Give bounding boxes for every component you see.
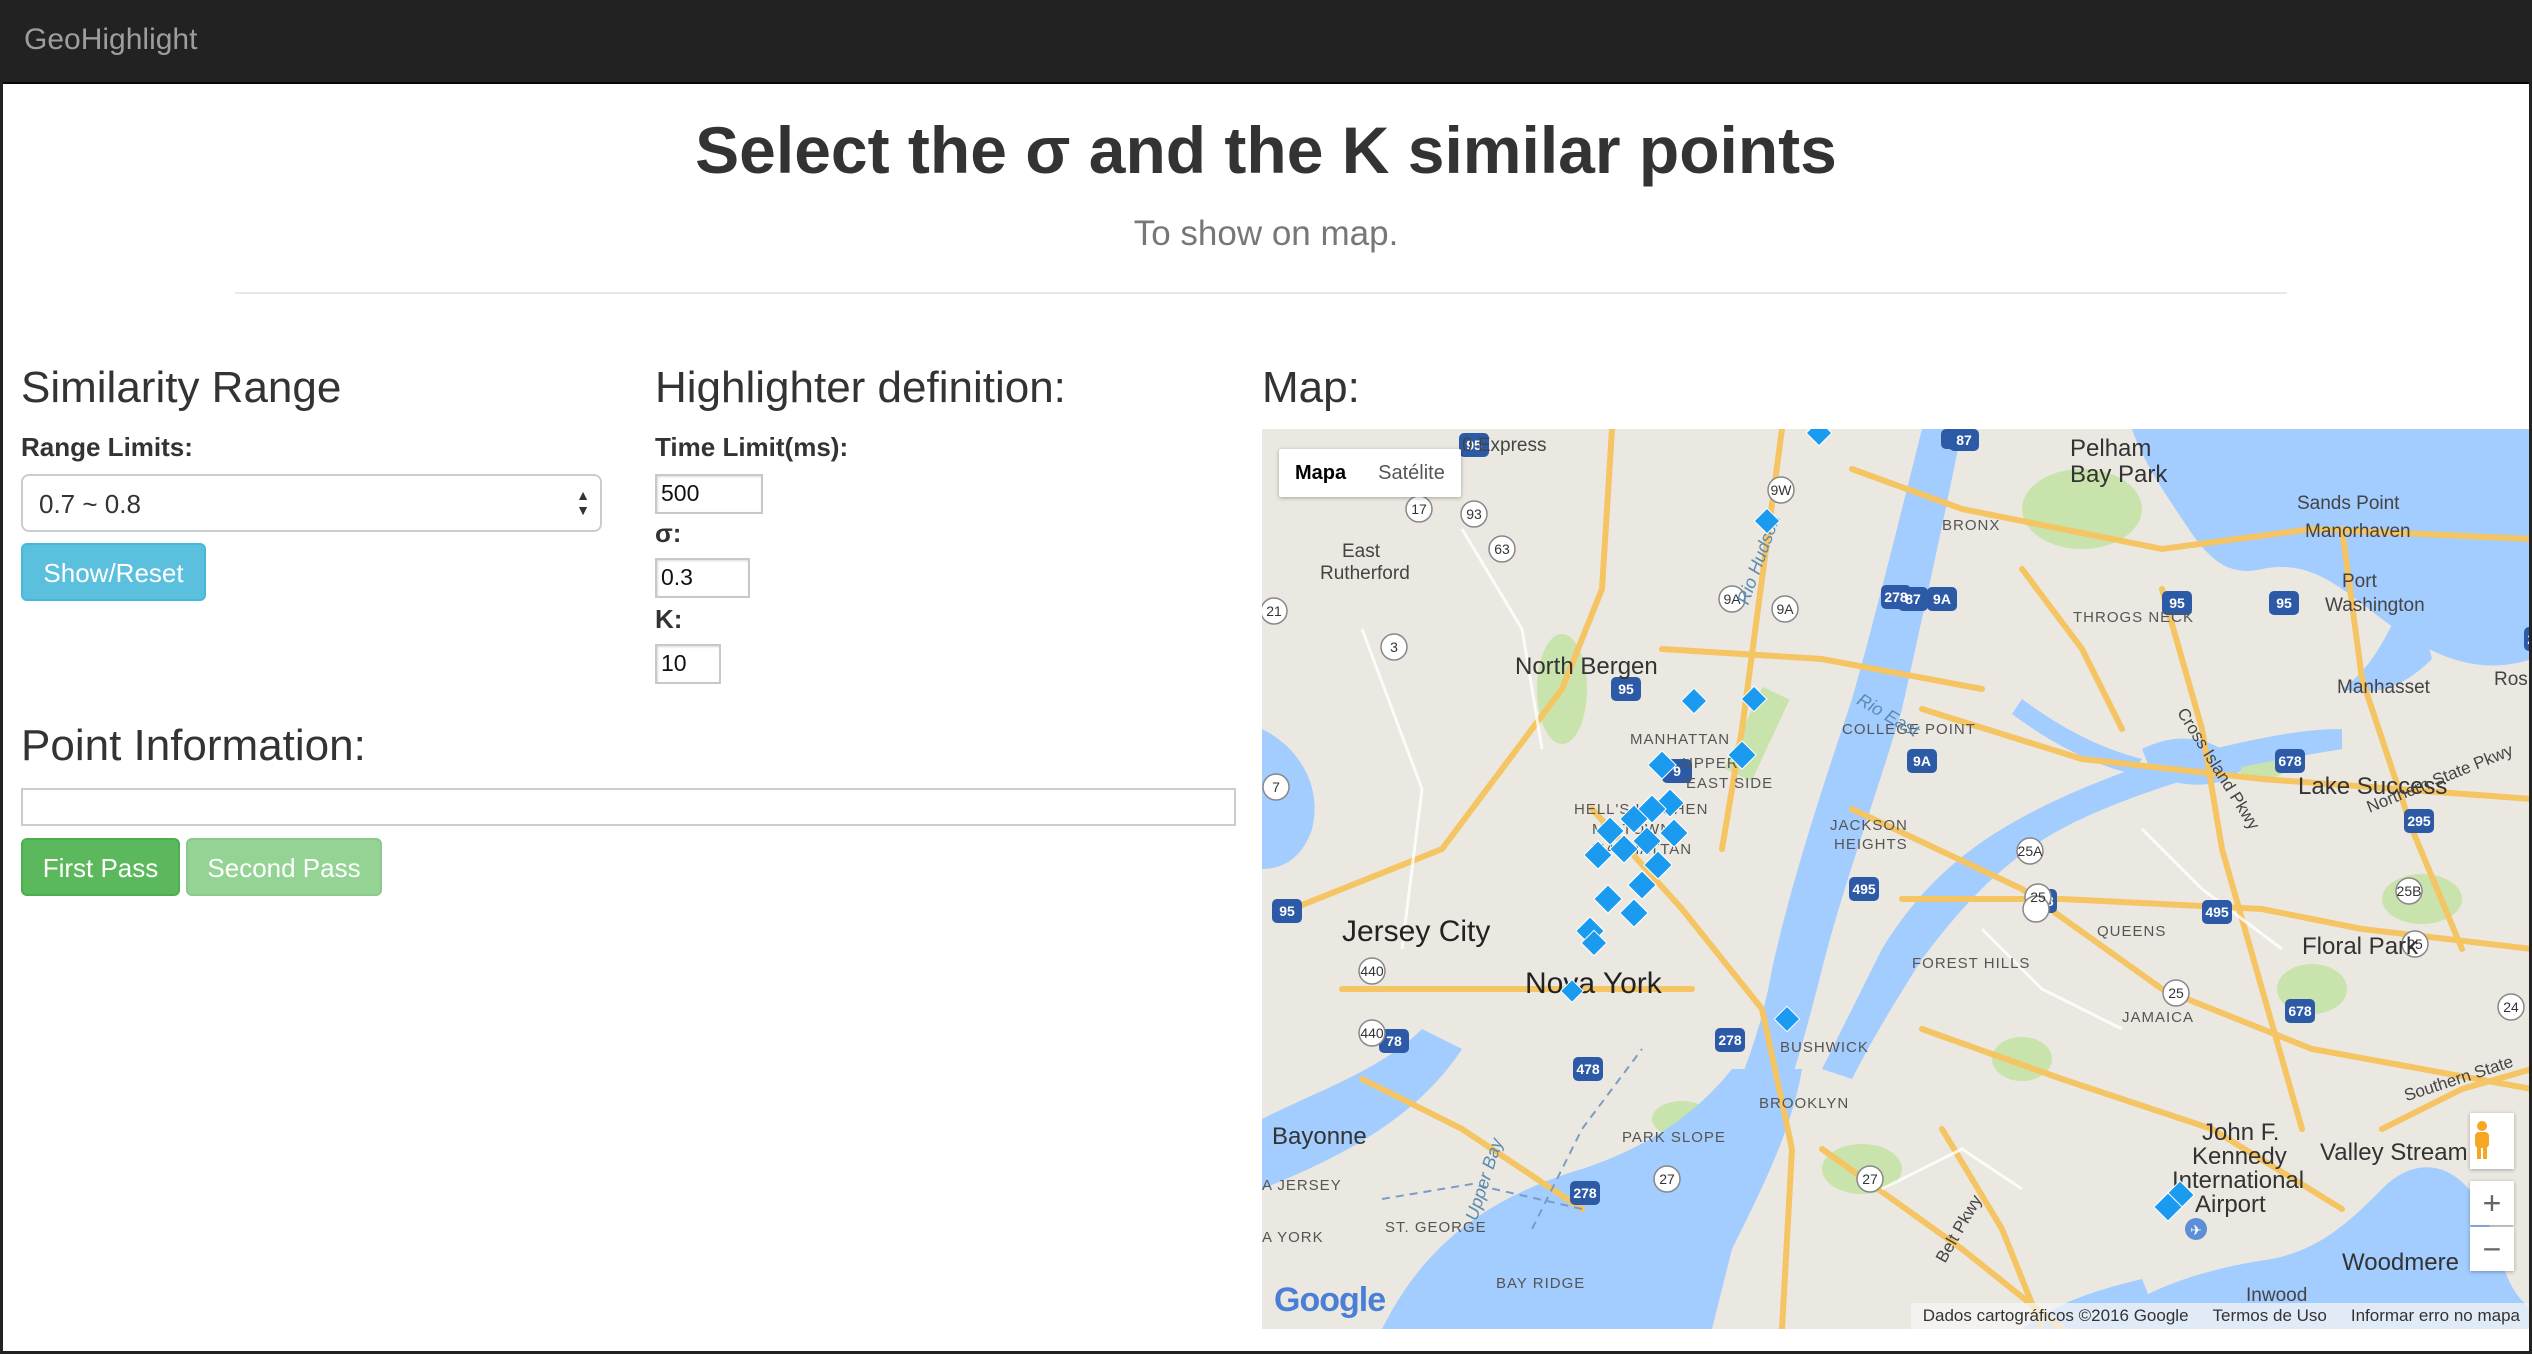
- range-limits-select[interactable]: 0.7 ~ 0.8 ▲ ▼: [21, 474, 602, 532]
- select-arrows-icon: ▲ ▼: [576, 487, 590, 518]
- map-marker: [1627, 870, 1657, 900]
- page-subtitle: To show on map.: [1133, 214, 1399, 253]
- point-information-field[interactable]: [21, 788, 1236, 826]
- map-container[interactable]: 959587879A27899A959529567829595784952784…: [1262, 429, 2532, 1329]
- k-input[interactable]: 10: [655, 644, 721, 684]
- svg-text:✈: ✈: [2190, 1223, 2202, 1239]
- google-logo: Google: [1274, 1281, 1386, 1320]
- range-limits-value: 0.7 ~ 0.8: [39, 489, 141, 519]
- map-marker: [1805, 429, 1833, 447]
- map-footer: Dados cartográficos ©2016 Google Termos …: [1910, 1303, 2532, 1329]
- sigma-label: σ:: [655, 518, 682, 548]
- second-pass-button[interactable]: Second Pass: [186, 838, 382, 896]
- header-divider: [235, 292, 2287, 294]
- zoom-out-button[interactable]: −: [2470, 1227, 2514, 1271]
- first-pass-button[interactable]: First Pass: [21, 838, 180, 896]
- map-marker: [1593, 884, 1623, 914]
- similarity-range-heading: Similarity Range: [21, 363, 342, 412]
- map-report-error-link[interactable]: Informar erro no mapa: [2339, 1303, 2532, 1329]
- map-marker: [1659, 818, 1689, 848]
- navbar-brand[interactable]: GeoHighlight: [24, 20, 197, 60]
- map-marker: [1632, 826, 1662, 856]
- map-marker: [1559, 978, 1585, 1004]
- show-reset-button[interactable]: Show/Reset: [21, 543, 206, 601]
- range-limits-label: Range Limits:: [21, 432, 193, 462]
- map-marker: [1740, 685, 1768, 713]
- map-marker: [1647, 750, 1677, 780]
- time-limit-label: Time Limit(ms):: [655, 432, 849, 462]
- map-marker: [1583, 840, 1613, 870]
- map-marker: [1680, 687, 1708, 715]
- zoom-in-button[interactable]: +: [2470, 1181, 2514, 1225]
- navbar: GeoHighlight: [0, 0, 2532, 84]
- map-heading: Map:: [1262, 363, 1360, 412]
- map-marker: [1753, 507, 1781, 535]
- k-label: K:: [655, 604, 683, 634]
- street-view-pegman-icon[interactable]: [2470, 1113, 2514, 1169]
- map-marker: [1619, 898, 1649, 928]
- map-marker: [1643, 850, 1673, 880]
- map-type-satellite-button[interactable]: Satélite: [1362, 449, 1461, 497]
- map-marker: [1727, 740, 1757, 770]
- map-data-attribution: Dados cartográficos ©2016 Google: [1922, 1306, 2189, 1325]
- point-information-heading: Point Information:: [21, 721, 366, 770]
- highlighter-heading: Highlighter definition:: [655, 363, 1066, 412]
- map-marker: [1773, 1005, 1801, 1033]
- map-markers-layer: ✈: [1559, 429, 2207, 1240]
- time-limit-input[interactable]: 500: [655, 474, 763, 514]
- page-title: Select the σ and the K similar points: [695, 113, 1837, 187]
- map-type-map-button[interactable]: Mapa: [1279, 449, 1362, 497]
- map-terms-link[interactable]: Termos de Uso: [2201, 1303, 2339, 1329]
- sigma-input[interactable]: 0.3: [655, 558, 750, 598]
- google-logo-text: Google: [1274, 1281, 1386, 1319]
- map-type-control: Mapa Satélite: [1279, 449, 1461, 497]
